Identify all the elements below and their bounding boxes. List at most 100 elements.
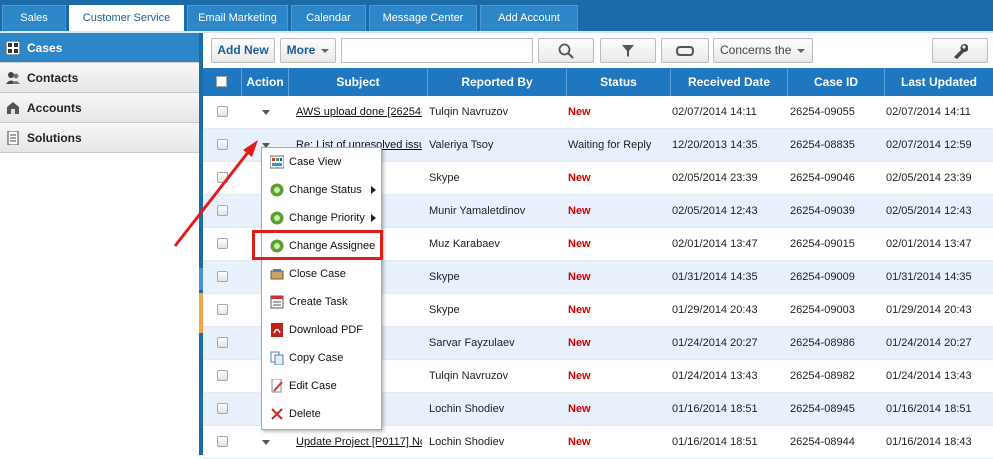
sidebar-item-solutions[interactable]: Solutions	[0, 123, 199, 153]
tab-sales[interactable]: Sales	[2, 5, 66, 31]
pdf-icon	[271, 323, 283, 337]
column-header-reported-by[interactable]: Reported By	[428, 68, 567, 96]
menu-item-edit-case[interactable]: Edit Case	[262, 372, 381, 400]
row-checkbox[interactable]	[217, 172, 228, 183]
tab-customer-service[interactable]: Customer Service	[69, 5, 184, 31]
search-button[interactable]	[538, 38, 594, 63]
cell-last-updated: 02/07/2014 12:59	[886, 139, 972, 151]
select-all-checkbox[interactable]	[216, 76, 227, 87]
row-checkbox[interactable]	[217, 205, 228, 216]
row-checkbox[interactable]	[217, 403, 228, 414]
change-assignee-highlight	[252, 230, 383, 260]
menu-item-change-priority[interactable]: Change Priority	[262, 204, 381, 232]
cell-status-container: New	[568, 162, 671, 195]
sidebar-item-accounts[interactable]: Accounts	[0, 93, 199, 123]
search-input[interactable]	[341, 38, 533, 63]
cell-status-container: New	[568, 261, 671, 294]
cell-status-container: New	[568, 426, 671, 459]
column-header-last-updated[interactable]: Last Updated	[885, 68, 993, 96]
cell-case-id: 26254-09015	[790, 238, 855, 250]
green-circle-icon	[270, 183, 284, 197]
cell-received-date: 01/16/2014 18:51	[672, 436, 758, 448]
menu-item-create-task[interactable]: Create Task	[262, 288, 381, 316]
cell-case-id: 26254-09009	[790, 271, 855, 283]
cell-case-id-container: 26254-09055	[790, 96, 885, 129]
column-header-case-id[interactable]: Case ID	[788, 68, 885, 96]
concerns-the-select[interactable]: Concerns the	[713, 38, 813, 63]
filter-button[interactable]	[600, 38, 656, 63]
row-checkbox[interactable]	[217, 106, 228, 117]
table-row[interactable]: AWS upload done [26254- Tulqin Navruzov Ne…	[203, 96, 993, 129]
green-circle-icon	[270, 211, 284, 225]
more-dropdown-button[interactable]: More	[280, 38, 336, 63]
cell-status-container: New	[568, 393, 671, 426]
menu-item-download-pdf[interactable]: Download PDF	[262, 316, 381, 344]
sidebar-item-label: Accounts	[27, 101, 82, 115]
cell-status: New	[568, 238, 591, 250]
cell-last-updated: 02/05/2014 12:43	[886, 205, 972, 217]
cell-received-date: 01/24/2014 20:27	[672, 337, 758, 349]
cell-reported-by: Muz Karabaev	[429, 238, 500, 250]
cell-reported-by: Tulqin Navruzov	[429, 370, 509, 382]
cell-reported-by: Skype	[429, 304, 460, 316]
cell-reported-by-container: Lochin Shodiev	[429, 426, 566, 459]
cell-reported-by: Lochin Shodiev	[429, 403, 505, 415]
row-checkbox[interactable]	[217, 139, 228, 150]
column-header-action[interactable]: Action	[242, 68, 289, 96]
tab-email-marketing[interactable]: Email Marketing	[187, 5, 288, 31]
row-checkbox[interactable]	[217, 370, 228, 381]
row-action-dropdown-icon[interactable]	[262, 110, 270, 115]
cell-status-container: New	[568, 228, 671, 261]
tab-message-center[interactable]: Message Center	[369, 5, 477, 31]
row-checkbox[interactable]	[217, 436, 228, 447]
table-row[interactable]: Update Project [P0117] Nor Lochin Shodiev…	[203, 426, 993, 459]
cell-last-updated-container: 01/16/2014 18:51	[886, 393, 993, 426]
row-checkbox[interactable]	[217, 304, 228, 315]
settings-button[interactable]	[932, 38, 988, 63]
row-checkbox[interactable]	[217, 337, 228, 348]
top-navigation-bar: Sales Customer Service Email Marketing C…	[0, 0, 993, 31]
menu-item-case-view[interactable]: Case View	[262, 148, 381, 176]
row-checkbox[interactable]	[217, 238, 228, 249]
cell-last-updated: 02/07/2014 14:11	[886, 106, 971, 118]
column-header-status[interactable]: Status	[567, 68, 671, 96]
sidebar-item-cases[interactable]: Cases	[0, 33, 199, 63]
cell-received-date: 01/29/2014 20:43	[672, 304, 758, 316]
menu-item-change-status[interactable]: Change Status	[262, 176, 381, 204]
sidebar-item-contacts[interactable]: Contacts	[0, 63, 199, 93]
row-checkbox[interactable]	[217, 271, 228, 282]
cell-last-updated: 02/01/2014 13:47	[886, 238, 972, 250]
cell-status: New	[568, 436, 591, 448]
row-action-dropdown-icon[interactable]	[262, 440, 270, 445]
cell-received-date: 01/24/2014 13:43	[672, 370, 758, 382]
cell-reported-by-container: Skype	[429, 162, 566, 195]
filter-icon	[622, 45, 634, 57]
add-new-button[interactable]: Add New	[211, 38, 275, 63]
cell-case-id-container: 26254-08944	[790, 426, 885, 459]
cell-received-date-container: 01/24/2014 20:27	[672, 327, 788, 360]
cell-status: New	[568, 370, 591, 382]
cell-received-date: 02/07/2014 14:11	[672, 106, 757, 118]
building-icon	[7, 102, 19, 114]
tab-add-account[interactable]: Add Account	[480, 5, 578, 31]
menu-item-delete[interactable]: Delete	[262, 400, 381, 428]
cell-last-updated-container: 01/31/2014 14:35	[886, 261, 993, 294]
column-header-received-date[interactable]: Received Date	[671, 68, 788, 96]
case-view-icon	[270, 155, 284, 169]
grid-header: Action Subject Reported By Status Receiv…	[203, 68, 993, 96]
cell-received-date: 01/16/2014 18:51	[672, 403, 758, 415]
menu-item-copy-case[interactable]: Copy Case	[262, 344, 381, 372]
refresh-button[interactable]	[661, 38, 709, 63]
tab-calendar[interactable]: Calendar	[291, 5, 366, 31]
close-case-icon	[270, 269, 284, 280]
cell-case-id: 26254-08944	[790, 436, 855, 448]
cell-case-id-container: 26254-09009	[790, 261, 885, 294]
column-header-subject[interactable]: Subject	[289, 68, 428, 96]
cell-status: New	[568, 403, 591, 415]
menu-item-label: Create Task	[289, 296, 348, 308]
cell-case-id: 26254-08835	[790, 139, 855, 151]
cell-received-date: 12/20/2013 14:35	[672, 139, 758, 151]
cell-subject[interactable]: Update Project [P0117] Nor	[296, 436, 422, 448]
cell-subject[interactable]: AWS upload done [26254-	[296, 106, 422, 118]
menu-item-close-case[interactable]: Close Case	[262, 260, 381, 288]
